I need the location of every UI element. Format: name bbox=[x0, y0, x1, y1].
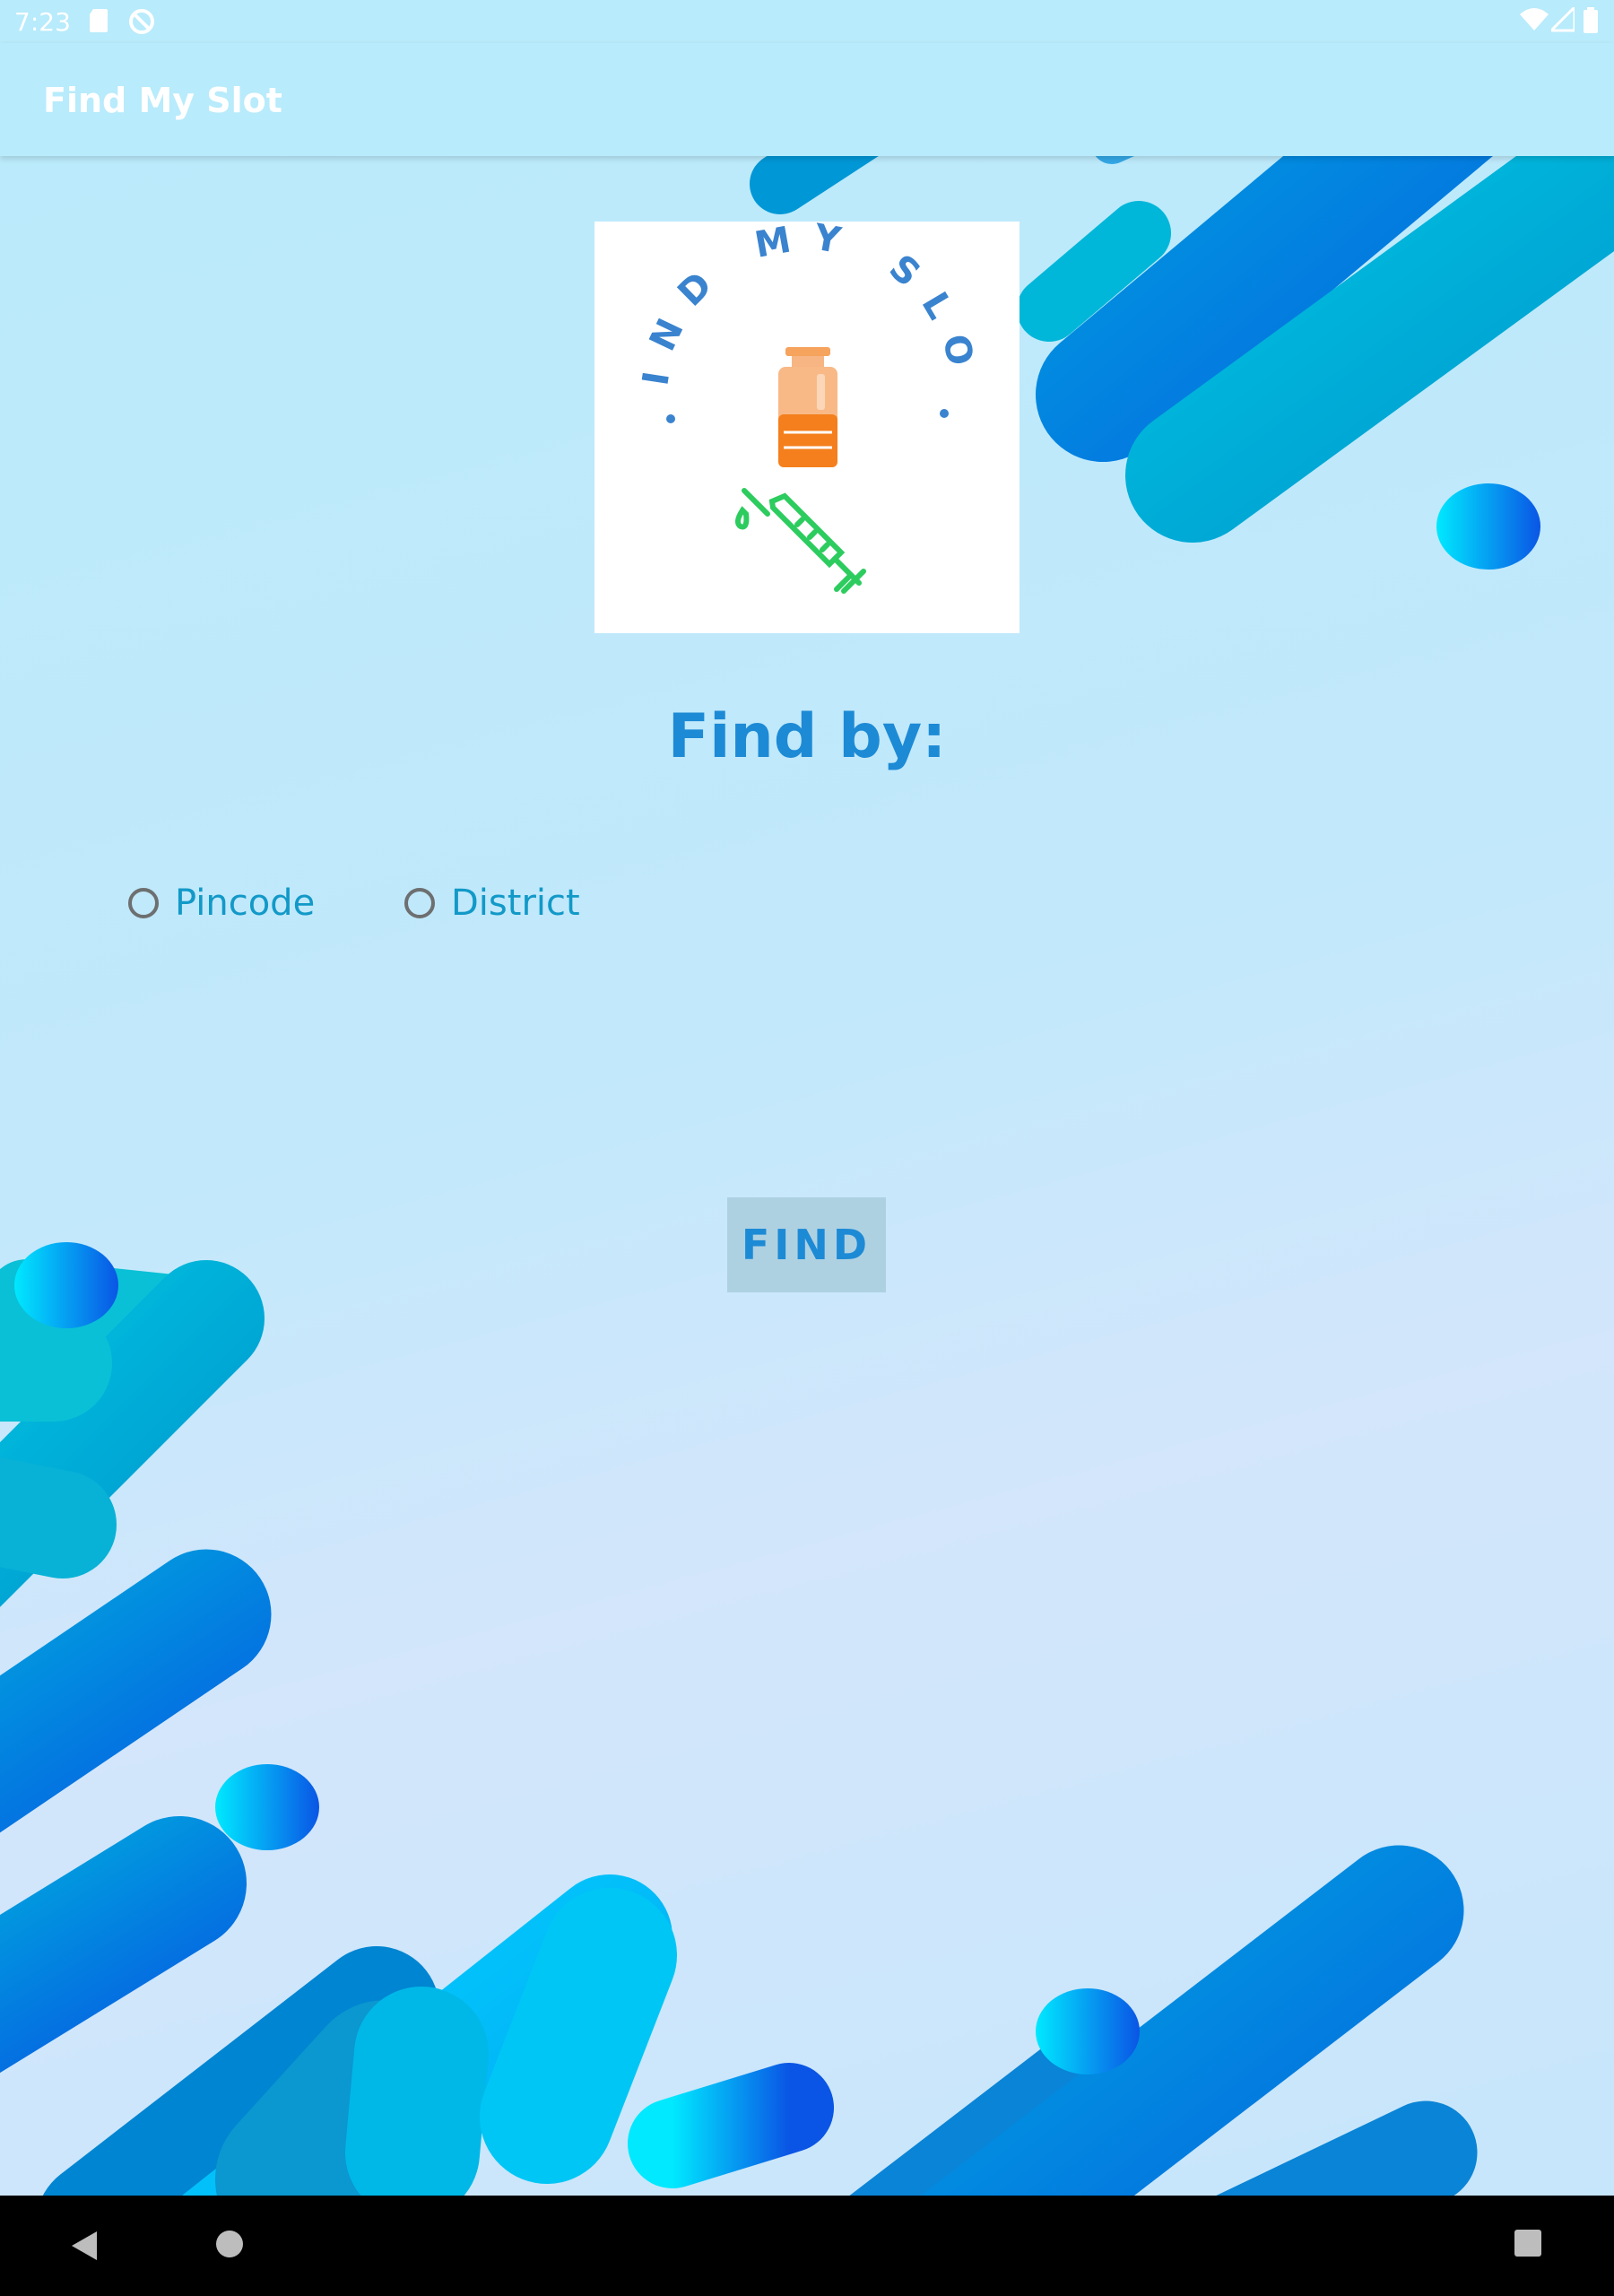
syringe-icon bbox=[735, 488, 866, 594]
recents-icon[interactable] bbox=[1514, 2230, 1541, 2257]
sync-off-icon bbox=[129, 9, 154, 34]
radio-button-pincode[interactable] bbox=[128, 888, 159, 918]
vaccine-vial-icon bbox=[778, 347, 837, 467]
app-title: Find My Slot bbox=[43, 81, 282, 120]
radio-label-pincode[interactable]: Pincode bbox=[175, 883, 315, 924]
sd-card-icon bbox=[90, 9, 108, 32]
home-icon[interactable] bbox=[215, 2230, 244, 2258]
radio-option-district[interactable]: District bbox=[404, 883, 580, 924]
app-logo: FIND MY SLOT bbox=[572, 189, 1020, 633]
app-bar: Find My Slot bbox=[0, 43, 1614, 156]
radio-option-pincode[interactable]: Pincode bbox=[128, 883, 315, 924]
battery-icon bbox=[1584, 7, 1598, 33]
signal-icon bbox=[1551, 7, 1575, 32]
back-icon[interactable] bbox=[70, 2230, 99, 2262]
status-bar: 7:23 bbox=[0, 0, 1614, 43]
navigation-bar bbox=[0, 2196, 1614, 2296]
svg-text:FIND MY SLOT: FIND MY SLOT bbox=[594, 222, 985, 388]
wifi-icon bbox=[1520, 8, 1549, 30]
radio-label-district[interactable]: District bbox=[451, 883, 580, 924]
find-button[interactable]: FIND bbox=[727, 1197, 886, 1292]
status-time: 7:23 bbox=[14, 7, 71, 37]
find-by-heading: Find by: bbox=[667, 701, 947, 772]
radio-button-district[interactable] bbox=[404, 888, 435, 918]
